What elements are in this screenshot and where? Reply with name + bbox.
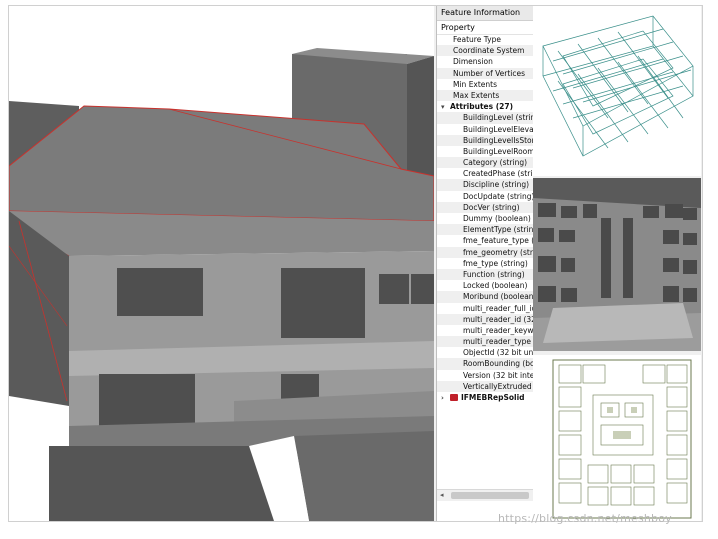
attribute-row[interactable]: BuildingLevelRoom <box>437 146 533 157</box>
property-column-header[interactable]: Property <box>437 21 533 35</box>
attribute-row[interactable]: VerticallyExtruded ( <box>437 380 533 392</box>
scroll-left-arrow-icon[interactable]: ◂ <box>440 490 444 501</box>
attribute-row[interactable]: fme_geometry (strin <box>437 246 533 258</box>
attribute-row[interactable]: ObjectId (32 bit uns <box>437 347 533 358</box>
attribute-row[interactable]: Category (string) <box>437 157 533 169</box>
property-row[interactable]: Feature Type <box>437 34 533 45</box>
property-row[interactable]: Number of Vertices <box>437 67 533 79</box>
floor-plan-thumbnail <box>533 355 701 521</box>
property-row[interactable]: Min Extents <box>437 79 533 90</box>
attribute-row[interactable]: DocUpdate (string) <box>437 191 533 202</box>
attribute-row[interactable]: fme_type (string) <box>437 258 533 269</box>
attribute-row[interactable]: BuildingLevelIsStor <box>437 134 533 146</box>
attribute-row[interactable]: multi_reader_full_id <box>437 303 533 314</box>
property-tree[interactable]: Feature Type Coordinate System Dimension… <box>437 34 533 403</box>
geometry-label: IFMEBRepSolid <box>461 393 525 402</box>
attribute-row[interactable]: multi_reader_keyw <box>437 325 533 336</box>
attribute-row[interactable]: ElementType (string <box>437 224 533 236</box>
wireframe-render <box>542 15 694 157</box>
attribute-row[interactable]: Dummy (boolean) <box>437 213 533 224</box>
attribute-row[interactable]: CreatedPhase (strin <box>437 168 533 179</box>
property-row[interactable]: Dimension <box>437 56 533 67</box>
floor-plan-render <box>552 359 692 519</box>
caret-right-icon[interactable]: › <box>441 393 450 403</box>
property-row[interactable]: Max Extents <box>437 89 533 102</box>
caret-down-icon[interactable]: ▾ <box>441 102 450 112</box>
geometry-row[interactable]: › IFMEBRepSolid <box>437 392 533 403</box>
horizontal-scrollbar[interactable]: ◂ <box>437 489 533 501</box>
property-row[interactable]: Coordinate System <box>437 45 533 57</box>
scroll-thumb[interactable] <box>451 492 529 499</box>
watermark-text: https://blog.csdn.net/meshboy <box>498 512 672 525</box>
rooms-thumbnail <box>533 178 701 351</box>
3d-viewport[interactable] <box>9 6 434 521</box>
attribute-row[interactable]: Locked (boolean) <box>437 280 533 291</box>
attribute-row[interactable]: BuildingLevel (string <box>437 112 533 124</box>
attribute-row[interactable]: BuildingLevelElevat <box>437 124 533 135</box>
wireframe-thumbnail <box>533 6 701 176</box>
attribute-row[interactable]: Moribund (boolean) <box>437 291 533 303</box>
attribute-row[interactable]: multi_reader_type ( <box>437 336 533 348</box>
brep-solid-icon <box>450 394 458 401</box>
attributes-group-row[interactable]: ▾ Attributes (27) <box>437 101 533 112</box>
panel-title: Feature Information <box>437 6 533 21</box>
attribute-row[interactable]: Version (32 bit integ <box>437 370 533 381</box>
attribute-row[interactable]: DocVer (string) <box>437 201 533 213</box>
application-frame: Feature Information Property Feature Typ… <box>8 5 703 522</box>
building-3d-render <box>9 6 434 521</box>
attribute-row[interactable]: Function (string) <box>437 268 533 281</box>
attribute-row[interactable]: multi_reader_id (32 <box>437 313 533 325</box>
feature-information-panel: Feature Information Property Feature Typ… <box>436 6 533 521</box>
attributes-group-label: Attributes (27) <box>450 102 513 112</box>
attribute-row[interactable]: RoomBounding (bo <box>437 358 533 370</box>
attribute-row[interactable]: fme_feature_type (s <box>437 235 533 246</box>
attribute-row[interactable]: Discipline (string) <box>437 179 533 191</box>
rooms-render <box>533 178 701 351</box>
